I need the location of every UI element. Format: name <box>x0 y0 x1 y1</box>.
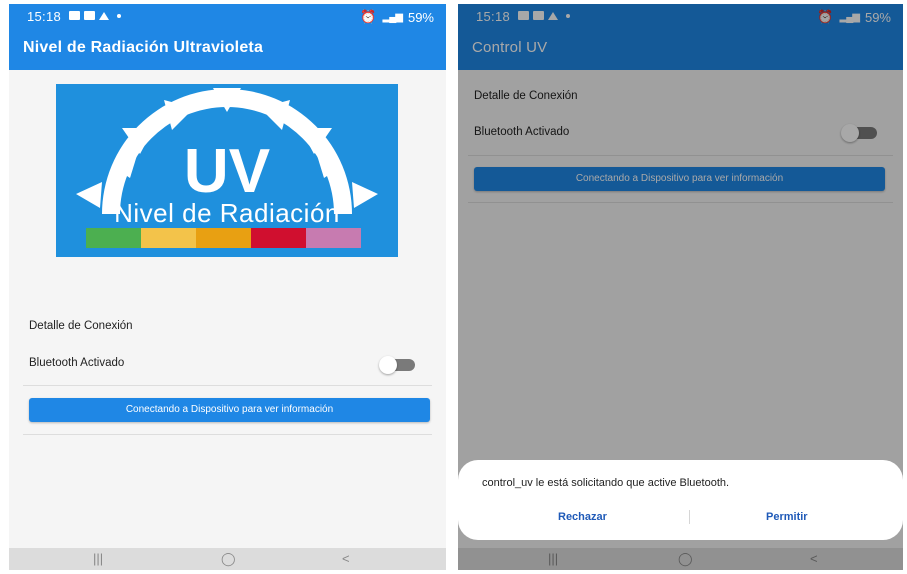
phone-screen-main: 15:18 ⏰ ▂▄▆ 59% Nivel de Radiación Ultra… <box>9 4 446 570</box>
bluetooth-permission-dialog: control_uv le está solicitando que activ… <box>458 460 903 540</box>
dialog-separator <box>689 510 690 524</box>
bluetooth-toggle[interactable] <box>379 356 415 374</box>
app-title: Nivel de Radiación Ultravioleta <box>23 39 264 56</box>
alarm-icon: ⏰ <box>360 9 377 24</box>
dot-icon <box>117 13 121 18</box>
notification-icons <box>69 11 121 20</box>
youtube-icon <box>84 11 95 20</box>
deny-button[interactable]: Rechazar <box>558 511 607 523</box>
uv-logo: UV Nivel de Radiación <box>56 84 398 257</box>
uv-logo-text: UV <box>184 137 270 206</box>
logo-subtitle: Nivel de Radiación <box>114 198 340 228</box>
app-bar: Nivel de Radiación Ultravioleta <box>9 28 446 70</box>
uv-scale-segment <box>141 228 196 248</box>
dialog-message: control_uv le está solicitando que activ… <box>482 477 730 489</box>
signal-icon: ▂▄▆ <box>382 11 403 23</box>
connection-detail-label: Detalle de Conexión <box>29 320 133 332</box>
battery-level: 59% <box>407 9 434 25</box>
allow-button[interactable]: Permitir <box>766 511 808 523</box>
back-button[interactable]: < <box>342 551 350 566</box>
divider <box>23 385 432 386</box>
uv-scale-bar <box>86 228 361 248</box>
status-bar: 15:18 ⏰ ▂▄▆ 59% <box>9 4 446 28</box>
gallery-icon <box>69 11 80 20</box>
sun-uv-icon: UV <box>76 88 378 248</box>
status-right: ⏰ ▂▄▆ 59% <box>360 9 434 25</box>
connect-device-button[interactable]: Conectando a Dispositivo para ver inform… <box>29 398 430 422</box>
toggle-thumb <box>379 356 397 374</box>
bluetooth-label: Bluetooth Activado <box>29 357 125 369</box>
divider <box>23 434 432 435</box>
uv-scale-segment <box>86 228 141 248</box>
status-time: 15:18 <box>27 9 62 24</box>
uv-scale-segment <box>306 228 361 248</box>
recent-apps-button[interactable]: ||| <box>93 551 103 566</box>
weather-icon <box>99 11 109 20</box>
uv-scale-segment <box>251 228 306 248</box>
phone-screen-dialog: 15:18 ⏰ ▂▄▆ 59% Control UV Detalle de Co… <box>458 4 903 570</box>
uv-scale-segment <box>196 228 251 248</box>
home-button[interactable]: ◯ <box>221 551 236 567</box>
nav-bar: ||| ◯ < <box>9 548 446 570</box>
